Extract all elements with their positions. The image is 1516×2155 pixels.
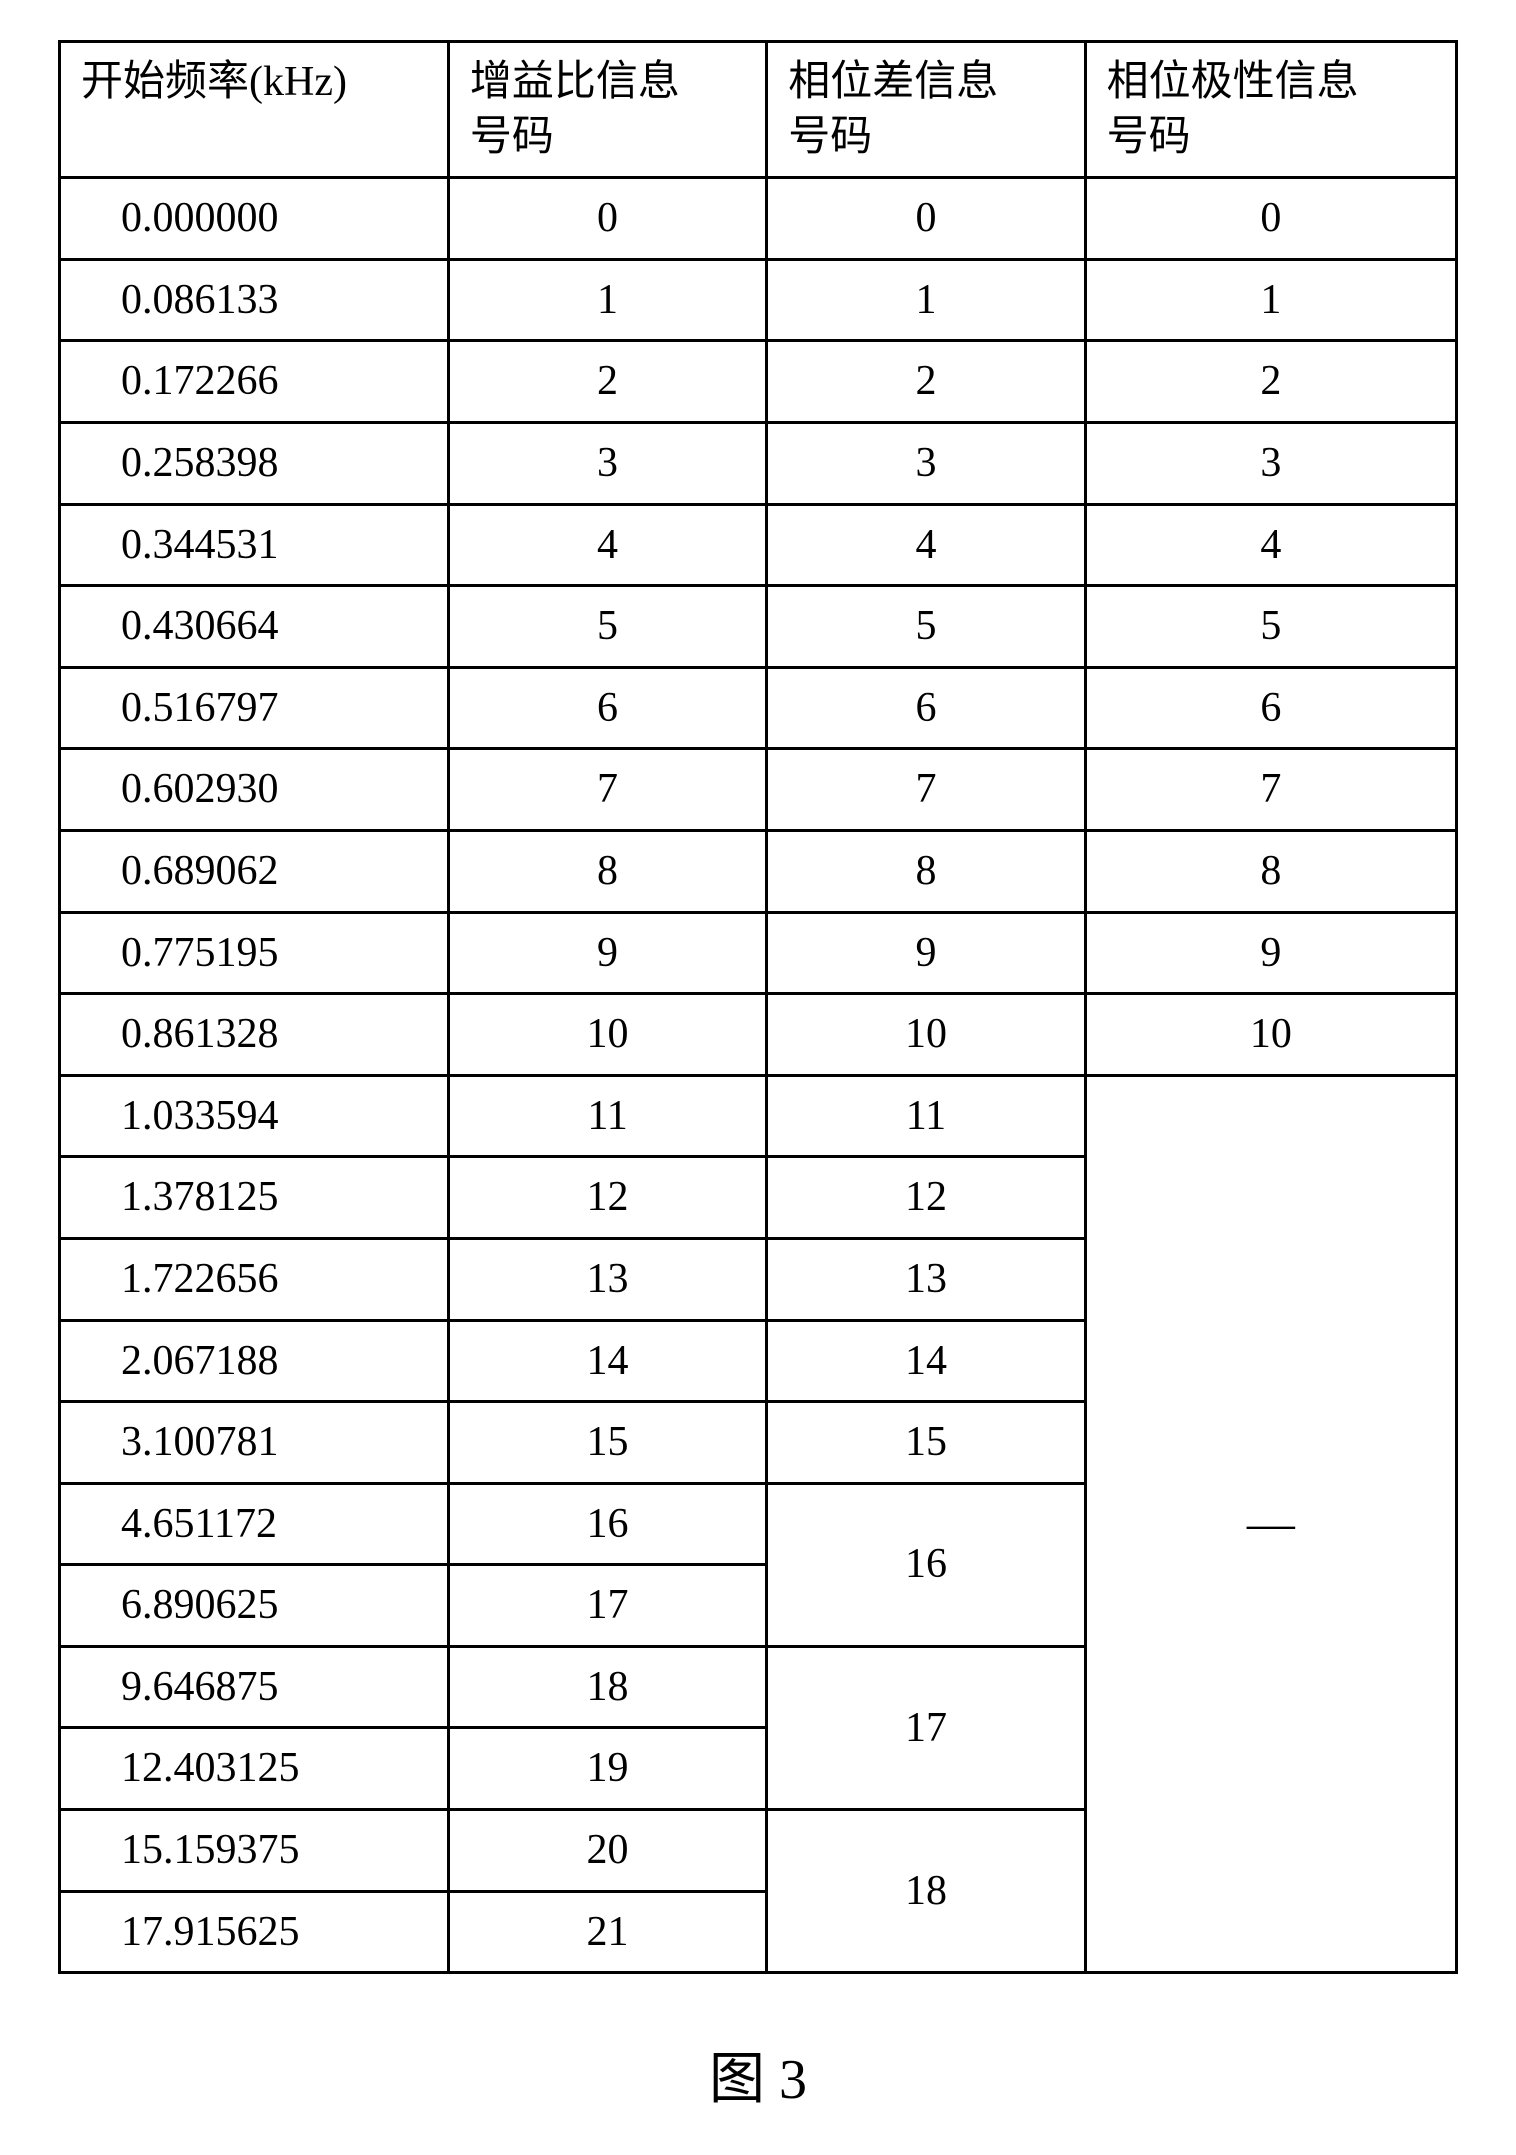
header-polarity: 相位极性信息号码 [1085,42,1456,178]
cell-phase-diff: 1 [767,259,1085,341]
table-row: 0.861328101010 [60,994,1457,1076]
cell-freq: 12.403125 [60,1728,449,1810]
cell-polarity-dash: — [1085,1075,1456,1973]
table-body: 0.0000000000.0861331110.1722662220.25839… [60,178,1457,1973]
cell-phase-diff: 15 [767,1402,1085,1484]
cell-gain: 5 [448,586,766,668]
table-row: 0.344531444 [60,504,1457,586]
cell-gain: 11 [448,1075,766,1157]
cell-phase-diff: 14 [767,1320,1085,1402]
cell-gain: 2 [448,341,766,423]
cell-freq: 0.258398 [60,422,449,504]
cell-polarity: 7 [1085,749,1456,831]
cell-polarity: 8 [1085,830,1456,912]
cell-phase-diff: 4 [767,504,1085,586]
cell-polarity: 1 [1085,259,1456,341]
cell-freq: 0.172266 [60,341,449,423]
cell-polarity: 4 [1085,504,1456,586]
table-row: 0.689062888 [60,830,1457,912]
cell-gain: 16 [448,1483,766,1565]
cell-freq: 0.000000 [60,178,449,260]
table-row: 0.000000000 [60,178,1457,260]
cell-gain: 1 [448,259,766,341]
cell-polarity: 2 [1085,341,1456,423]
table-row: 0.172266222 [60,341,1457,423]
cell-polarity: 5 [1085,586,1456,668]
header-gain: 增益比信息号码 [448,42,766,178]
cell-freq: 4.651172 [60,1483,449,1565]
cell-gain: 3 [448,422,766,504]
cell-phase-diff: 18 [767,1810,1085,1973]
cell-freq: 0.602930 [60,749,449,831]
cell-phase-diff: 2 [767,341,1085,423]
table-row: 0.775195999 [60,912,1457,994]
cell-freq: 0.861328 [60,994,449,1076]
cell-gain: 19 [448,1728,766,1810]
cell-freq: 15.159375 [60,1810,449,1892]
cell-gain: 8 [448,830,766,912]
cell-gain: 9 [448,912,766,994]
cell-phase-diff: 16 [767,1483,1085,1646]
table-row: 1.0335941111— [60,1075,1457,1157]
header-phase-diff: 相位差信息号码 [767,42,1085,178]
cell-phase-diff: 12 [767,1157,1085,1239]
header-freq: 开始频率(kHz) [60,42,449,178]
cell-gain: 0 [448,178,766,260]
table-row: 0.258398333 [60,422,1457,504]
cell-phase-diff: 9 [767,912,1085,994]
cell-phase-diff: 10 [767,994,1085,1076]
table-row: 0.602930777 [60,749,1457,831]
cell-freq: 0.430664 [60,586,449,668]
cell-freq: 1.722656 [60,1238,449,1320]
cell-polarity: 3 [1085,422,1456,504]
cell-freq: 0.086133 [60,259,449,341]
cell-freq: 0.689062 [60,830,449,912]
cell-freq: 1.033594 [60,1075,449,1157]
table-row: 0.086133111 [60,259,1457,341]
cell-gain: 15 [448,1402,766,1484]
cell-gain: 18 [448,1646,766,1728]
cell-gain: 10 [448,994,766,1076]
cell-freq: 0.775195 [60,912,449,994]
cell-phase-diff: 17 [767,1646,1085,1809]
cell-gain: 6 [448,667,766,749]
cell-freq: 17.915625 [60,1891,449,1973]
table-row: 0.430664555 [60,586,1457,668]
cell-phase-diff: 0 [767,178,1085,260]
cell-polarity: 0 [1085,178,1456,260]
cell-gain: 17 [448,1565,766,1647]
cell-gain: 12 [448,1157,766,1239]
cell-phase-diff: 13 [767,1238,1085,1320]
figure-caption: 图 3 [709,2034,807,2115]
frequency-table: 开始频率(kHz) 增益比信息号码 相位差信息号码 相位极性信息号码 0.000… [58,40,1458,1974]
cell-phase-diff: 6 [767,667,1085,749]
cell-gain: 20 [448,1810,766,1892]
cell-phase-diff: 5 [767,586,1085,668]
table-row: 0.516797666 [60,667,1457,749]
cell-freq: 0.344531 [60,504,449,586]
cell-phase-diff: 7 [767,749,1085,831]
cell-gain: 21 [448,1891,766,1973]
cell-gain: 14 [448,1320,766,1402]
cell-freq: 2.067188 [60,1320,449,1402]
cell-phase-diff: 11 [767,1075,1085,1157]
cell-freq: 9.646875 [60,1646,449,1728]
cell-polarity: 10 [1085,994,1456,1076]
cell-freq: 1.378125 [60,1157,449,1239]
cell-phase-diff: 8 [767,830,1085,912]
cell-polarity: 6 [1085,667,1456,749]
cell-phase-diff: 3 [767,422,1085,504]
cell-gain: 13 [448,1238,766,1320]
cell-gain: 7 [448,749,766,831]
table-header-row: 开始频率(kHz) 增益比信息号码 相位差信息号码 相位极性信息号码 [60,42,1457,178]
cell-freq: 0.516797 [60,667,449,749]
cell-polarity: 9 [1085,912,1456,994]
cell-freq: 6.890625 [60,1565,449,1647]
cell-freq: 3.100781 [60,1402,449,1484]
cell-gain: 4 [448,504,766,586]
